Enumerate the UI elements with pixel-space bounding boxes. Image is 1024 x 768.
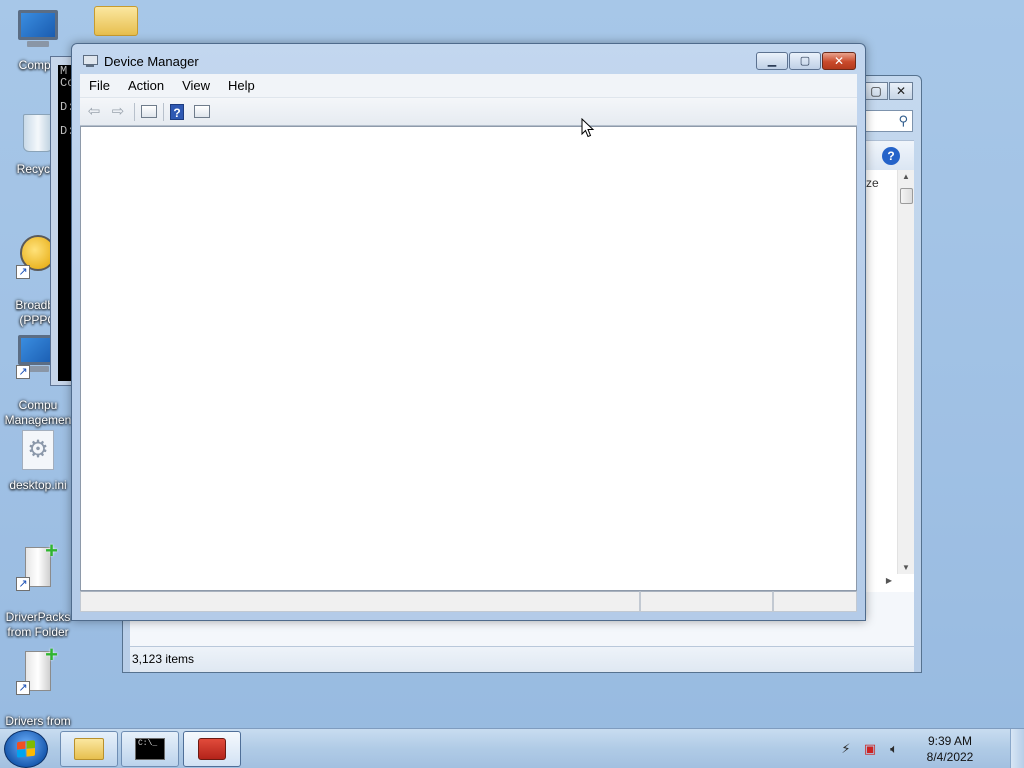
toolbar-separator	[163, 102, 164, 121]
show-hide-action-pane-icon[interactable]	[194, 105, 210, 118]
caption-buttons: ▁ ▢ ✕	[756, 52, 856, 70]
show-hide-console-tree-icon[interactable]	[141, 105, 157, 118]
column-header-size[interactable]: ze	[866, 176, 879, 190]
scrollbar-thumb[interactable]	[900, 188, 913, 204]
menu-view[interactable]: View	[173, 74, 219, 98]
shortcut-arrow-icon: ↗	[16, 681, 30, 695]
arrow-left-icon[interactable]: ⇦	[84, 102, 104, 122]
taskbar-device-manager-button[interactable]	[183, 731, 241, 767]
help-icon[interactable]: ?	[882, 147, 900, 165]
status-cell	[640, 591, 773, 612]
system-tray: ⚡ ▣ 🔈︎ 9:39 AM 8/4/2022	[838, 729, 980, 768]
clock-date: 8/4/2022	[926, 750, 974, 764]
menu-action[interactable]: Action	[119, 74, 173, 98]
taskbar: C:\_ ⚡ ▣ 🔈︎ 9:39 AM 8/4/2022	[0, 728, 1024, 768]
desktop-icon-label: desktop.ini	[9, 478, 67, 492]
search-icon[interactable]: ⚲	[898, 113, 908, 129]
mouse-cursor-icon	[581, 118, 595, 138]
menu-bar: File Action View Help	[80, 74, 857, 98]
menu-file[interactable]: File	[80, 74, 119, 98]
device-tree-pane[interactable]	[80, 126, 857, 591]
taskbar-explorer-button[interactable]	[60, 731, 118, 767]
status-bar	[80, 591, 857, 612]
volume-icon[interactable]: 🔈︎	[886, 741, 902, 757]
shortcut-arrow-icon: ↗	[16, 365, 30, 379]
device-manager-icon	[82, 54, 98, 68]
safely-remove-hardware-icon[interactable]: ⚡	[838, 741, 854, 757]
device-manager-window[interactable]: Device Manager ▁ ▢ ✕ File Action View He…	[71, 43, 866, 621]
maximize-button[interactable]: ▢	[864, 82, 888, 100]
vertical-scrollbar[interactable]: ▲ ▼	[897, 170, 914, 574]
driver-install-icon: + ↗	[16, 644, 60, 695]
arrow-right-icon[interactable]: ⇨	[108, 102, 128, 122]
network-icon[interactable]: ▣	[862, 741, 878, 757]
driver-install-icon: + ↗	[16, 540, 60, 591]
window-title: Device Manager	[104, 53, 199, 69]
clock-time: 9:39 AM	[927, 734, 973, 748]
help-icon[interactable]: ?	[170, 103, 184, 120]
toolbar-separator	[134, 102, 135, 121]
scroll-right-icon[interactable]: ▶	[886, 576, 892, 585]
settings-file-icon	[16, 430, 60, 474]
scroll-up-icon[interactable]: ▲	[902, 172, 910, 181]
close-button[interactable]: ✕	[889, 82, 913, 100]
start-button[interactable]	[4, 730, 48, 768]
toolbox-icon	[198, 738, 226, 760]
clock[interactable]: 9:39 AM 8/4/2022	[920, 733, 980, 765]
shortcut-arrow-icon: ↗	[16, 577, 30, 591]
desktop-icon-label: Compu Managemen	[4, 398, 72, 427]
computer-icon	[16, 10, 60, 54]
title-bar[interactable]: Device Manager	[82, 52, 199, 70]
command-prompt-icon: C:\_	[135, 738, 165, 760]
folder-icon	[74, 738, 104, 760]
maximize-button[interactable]: ▢	[789, 52, 821, 70]
close-button[interactable]: ✕	[822, 52, 856, 70]
scroll-down-icon[interactable]: ▼	[902, 563, 910, 572]
minimize-button[interactable]: ▁	[756, 52, 788, 70]
toolbar: ⇦ ⇨ ?	[80, 98, 857, 126]
shortcut-arrow-icon: ↗	[16, 265, 30, 279]
menu-help[interactable]: Help	[219, 74, 264, 98]
item-count: 3,123 items	[132, 652, 195, 666]
taskbar-cmd-button[interactable]: C:\_	[121, 731, 179, 767]
status-cell	[80, 591, 640, 612]
explorer-status-bar: 3,123 items	[130, 646, 914, 672]
show-desktop-button[interactable]	[1010, 729, 1024, 768]
desktop-folder-icon[interactable]	[94, 6, 140, 40]
desktop-icon-desktop-ini[interactable]: desktop.ini	[0, 428, 76, 493]
explorer-caption-buttons: ▢ ✕	[864, 82, 913, 100]
status-cell	[773, 591, 857, 612]
